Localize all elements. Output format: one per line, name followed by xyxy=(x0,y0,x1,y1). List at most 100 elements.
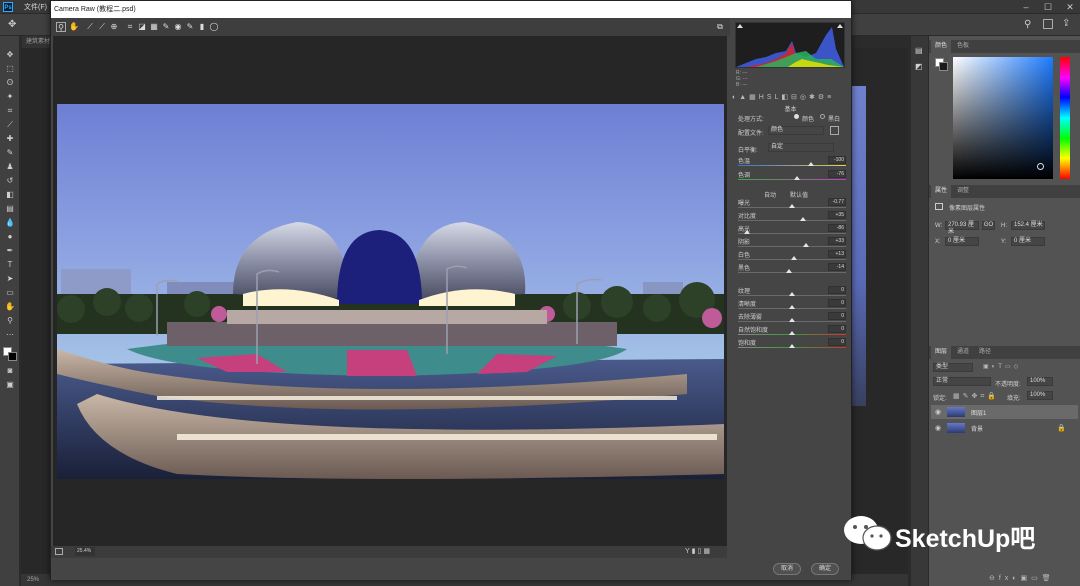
slider-thumb[interactable] xyxy=(785,269,792,273)
share-icon[interactable]: ⇪ xyxy=(1062,18,1070,29)
panel-tab-icons[interactable]: ◐▲▦HSL◧⊟◎✱⚙≡ xyxy=(732,93,848,102)
layer-filter-icons[interactable]: ▣◐T▭◇ xyxy=(983,363,1043,371)
slider-thumb[interactable] xyxy=(789,318,795,322)
close-icon[interactable]: ✕ xyxy=(1062,0,1078,14)
more-tools-icon[interactable]: ⋯ xyxy=(4,330,16,340)
slider-track[interactable] xyxy=(738,233,846,234)
slider-track[interactable] xyxy=(738,220,846,221)
slider-track[interactable] xyxy=(738,272,846,273)
slider-track[interactable] xyxy=(738,165,846,166)
adjustment-brush-icon[interactable]: ✎ xyxy=(185,22,195,32)
history-brush-icon[interactable]: ↺ xyxy=(4,176,16,186)
dodge-icon[interactable]: ● xyxy=(4,232,16,242)
color-picker-cursor[interactable] xyxy=(1037,163,1044,170)
slider-thumb[interactable] xyxy=(799,217,806,221)
white-balance-tool-icon[interactable]: ⟋ xyxy=(85,22,95,32)
hand-icon[interactable]: ✋ xyxy=(4,302,16,312)
profile-select[interactable]: 颜色 xyxy=(768,126,824,135)
transform-tool-icon[interactable]: ▦ xyxy=(149,22,159,32)
tab-adjustments[interactable]: 调整 xyxy=(953,185,973,198)
magic-wand-icon[interactable]: ✦ xyxy=(4,92,16,102)
background-color-swatch[interactable] xyxy=(8,352,17,361)
slider-thumb[interactable] xyxy=(808,162,815,166)
fullscreen-icon[interactable]: ⧉ xyxy=(715,22,725,32)
type-icon[interactable]: T xyxy=(4,260,16,270)
view-mode-icons[interactable]: Y▮▯▦ xyxy=(685,547,712,555)
white-balance-select[interactable]: 自定 xyxy=(768,143,834,152)
color-picker-field[interactable] xyxy=(953,57,1053,179)
tab-properties[interactable]: 属性 xyxy=(931,185,952,198)
ok-button[interactable]: 确定 xyxy=(811,563,839,575)
panel-background-swatch[interactable] xyxy=(939,62,948,71)
search-icon[interactable]: ⚲ xyxy=(1024,19,1031,30)
fit-view-icon[interactable] xyxy=(55,548,63,555)
profile-browser-icon[interactable] xyxy=(830,126,839,135)
path-select-icon[interactable]: ➤ xyxy=(4,274,16,284)
targeted-adjust-icon[interactable]: ⊕ xyxy=(109,22,119,32)
slider-track[interactable] xyxy=(738,246,846,247)
tab-paths[interactable]: 路径 xyxy=(975,346,995,359)
pen-icon[interactable]: ✒ xyxy=(4,246,16,256)
libraries-panel-icon[interactable]: ◩ xyxy=(915,62,923,71)
graduated-filter-icon[interactable]: ▮ xyxy=(197,22,207,32)
lasso-icon[interactable]: ʘ xyxy=(4,78,16,88)
slider-value-field[interactable]: -100 xyxy=(828,156,846,164)
slider-value-field[interactable]: 0 xyxy=(828,338,846,346)
blur-icon[interactable]: 💧 xyxy=(4,218,16,228)
slider-value-field[interactable]: 0 xyxy=(828,312,846,320)
menu-file[interactable]: 文件(F) xyxy=(24,2,47,12)
tab-swatches[interactable]: 色板 xyxy=(953,40,973,53)
screen-mode-icon[interactable]: ▣ xyxy=(4,380,16,390)
slider-value-field[interactable]: +33 xyxy=(828,237,846,245)
zoom-icon[interactable]: ⚲ xyxy=(4,316,16,326)
tab-channels[interactable]: 通道 xyxy=(953,346,973,359)
slider-thumb[interactable] xyxy=(791,256,798,260)
stamp-icon[interactable]: ♟ xyxy=(4,162,16,172)
slider-value-field[interactable]: +35 xyxy=(828,211,846,219)
slider-thumb[interactable] xyxy=(789,305,795,309)
slider-value-field[interactable]: 0 xyxy=(828,325,846,333)
eyedropper-icon[interactable]: ⟋ xyxy=(4,120,16,130)
layer-row[interactable]: ◉ 图层1 xyxy=(931,405,1078,419)
shadow-clip-icon[interactable] xyxy=(737,24,743,28)
slider-value-field[interactable]: +13 xyxy=(828,250,846,258)
x-field[interactable]: 0 厘米 xyxy=(945,237,979,246)
gradient-icon[interactable]: ▤ xyxy=(4,204,16,214)
fill-field[interactable]: 100% xyxy=(1027,391,1053,400)
crop-icon[interactable]: ⌗ xyxy=(4,106,16,116)
move-tool-icon[interactable]: ✥ xyxy=(8,19,16,30)
hue-slider[interactable] xyxy=(1060,57,1070,179)
tab-color[interactable]: 颜色 xyxy=(931,40,952,53)
maximize-icon[interactable]: ☐ xyxy=(1040,0,1056,14)
healing-icon[interactable]: ✚ xyxy=(4,134,16,144)
slider-value-field[interactable]: -76 xyxy=(828,170,846,178)
brush-icon[interactable]: ✎ xyxy=(4,148,16,158)
color-sampler-icon[interactable]: ⟋ xyxy=(97,22,107,32)
history-panel-icon[interactable]: ▤ xyxy=(915,46,923,55)
highlight-clip-icon[interactable] xyxy=(837,24,843,28)
layer-filter-select[interactable]: 类型 xyxy=(933,363,973,372)
opacity-field[interactable]: 100% xyxy=(1027,377,1053,386)
slider-thumb[interactable] xyxy=(743,230,750,234)
layer-actions-icons[interactable]: ⊖fx◐▣▭🗑 xyxy=(989,574,1055,582)
eye-icon[interactable]: ◉ xyxy=(935,424,941,432)
cancel-button[interactable]: 取消 xyxy=(773,563,801,575)
zoom-select[interactable]: 25.4% xyxy=(75,547,95,556)
slider-thumb[interactable] xyxy=(789,292,795,296)
slider-thumb[interactable] xyxy=(803,243,810,247)
slider-value-field[interactable]: -14 xyxy=(828,263,846,271)
lock-icons[interactable]: ▦✎✥⌗🔒 xyxy=(953,392,999,401)
slider-thumb[interactable] xyxy=(794,176,801,180)
slider-thumb[interactable] xyxy=(789,331,795,335)
quick-mask-icon[interactable]: ◙ xyxy=(4,366,16,376)
crop-tool-icon[interactable]: ⌗ xyxy=(125,22,135,32)
rectangle-icon[interactable]: ▭ xyxy=(4,288,16,298)
zoom-tool-icon[interactable]: ⚲ xyxy=(56,22,66,32)
radial-filter-icon[interactable]: ◯ xyxy=(209,22,219,32)
height-field[interactable]: 152.4 厘米 xyxy=(1011,221,1045,230)
slider-value-field[interactable]: -0.77 xyxy=(828,198,846,206)
minimize-icon[interactable]: – xyxy=(1018,0,1034,14)
layer-row[interactable]: ◉ 背景 🔒 xyxy=(931,421,1078,435)
marquee-icon[interactable]: ⬚ xyxy=(4,64,16,74)
slider-thumb[interactable] xyxy=(789,344,795,348)
